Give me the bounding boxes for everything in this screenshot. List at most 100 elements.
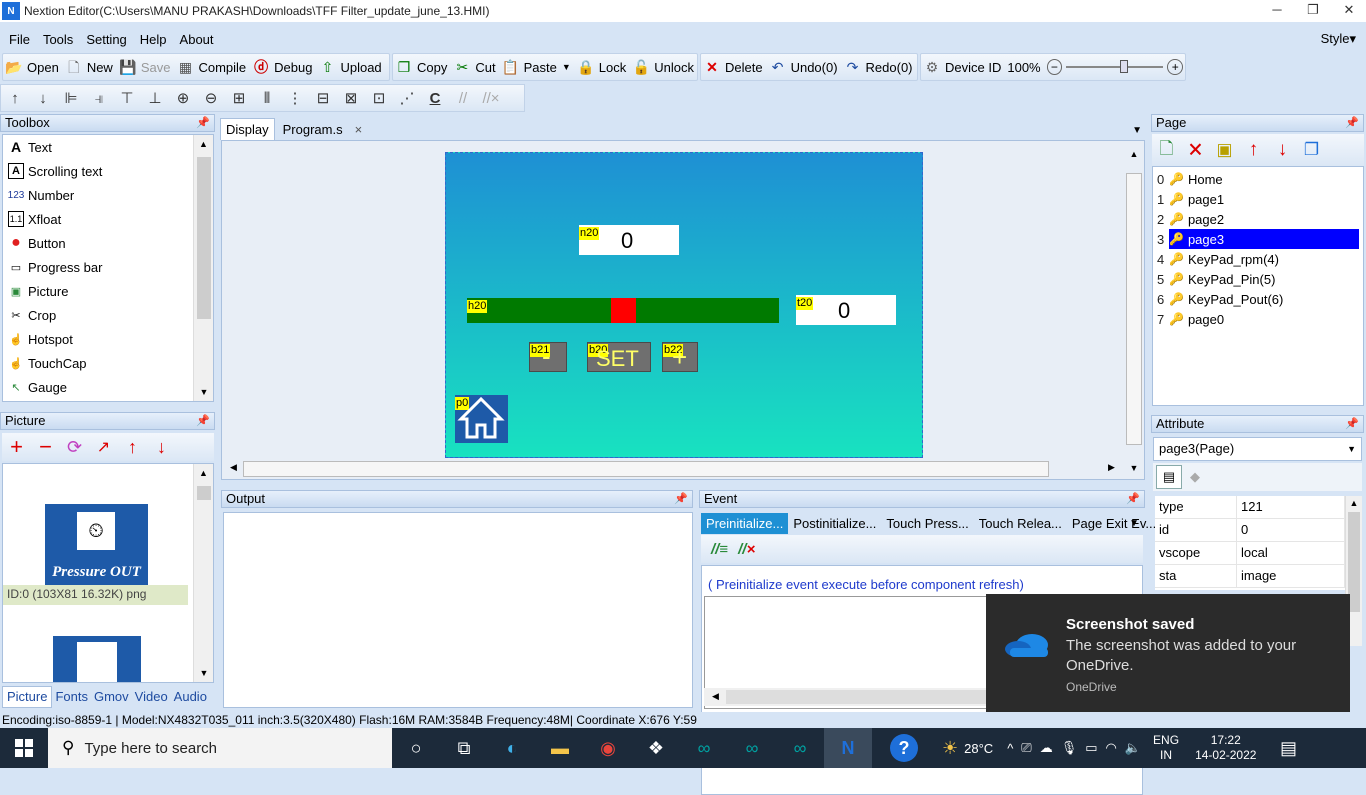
same-width-icon[interactable]: ⊟ — [309, 89, 337, 107]
menu-setting[interactable]: Setting — [86, 32, 126, 47]
weather-widget[interactable]: ☀ 28°C — [942, 738, 993, 759]
scroll-thumb[interactable] — [1126, 173, 1142, 445]
toolbox-text[interactable]: A Text — [3, 135, 213, 159]
arduino-icon[interactable]: ∞ — [680, 728, 728, 768]
same-size-icon[interactable]: ⊡ — [365, 89, 393, 107]
toolbox-progress-bar[interactable]: ▭ Progress bar — [3, 255, 213, 279]
attribute-row[interactable]: vscope local — [1155, 542, 1345, 565]
toolbox-touchcap[interactable]: ☝ TouchCap — [3, 351, 213, 375]
page-item-page2[interactable]: 2 🔑 page2 — [1153, 209, 1363, 229]
pin-icon[interactable]: 📌 — [1345, 115, 1359, 131]
sort-alpha-icon[interactable]: ◆ — [1182, 469, 1208, 485]
clock[interactable]: 17:22 14-02-2022 — [1195, 733, 1256, 763]
h20-slider[interactable]: h20 — [467, 298, 779, 323]
scroll-down-icon[interactable]: ▼ — [194, 387, 214, 397]
move-up-icon[interactable]: ↑ — [118, 437, 147, 458]
arduino-icon-2[interactable]: ∞ — [728, 728, 776, 768]
chrome-icon[interactable]: ◉ — [584, 728, 632, 768]
t20-text[interactable]: t20 0 — [796, 295, 896, 325]
zoom-out-icon[interactable]: − — [1046, 59, 1063, 75]
tab-audio[interactable]: Audio — [171, 686, 210, 708]
menu-help[interactable]: Help — [140, 32, 167, 47]
output-panel[interactable] — [223, 512, 693, 708]
spacing-icon[interactable]: ⋰ — [393, 89, 421, 107]
scroll-down-icon[interactable]: ▼ — [194, 668, 213, 678]
pin-icon[interactable]: 📌 — [1345, 416, 1359, 432]
sort-category-icon[interactable]: ▤ — [1156, 465, 1182, 489]
scroll-thumb[interactable] — [197, 157, 211, 319]
close-tab-icon[interactable]: × — [351, 119, 367, 140]
scroll-thumb[interactable] — [197, 486, 211, 500]
tab-program[interactable]: Program.s — [275, 119, 351, 140]
pin-icon[interactable]: 📌 — [196, 115, 210, 131]
distribute-v-icon[interactable]: ⋮ — [281, 89, 309, 107]
same-height-icon[interactable]: ⊠ — [337, 89, 365, 107]
pin-icon[interactable]: 📌 — [674, 491, 688, 507]
scroll-up-icon[interactable]: ▲ — [1346, 498, 1362, 508]
file-explorer-icon[interactable]: ▬ — [536, 728, 584, 768]
pin-icon[interactable]: 📌 — [196, 413, 210, 429]
redo-button[interactable]: ↷ Redo(0) — [844, 58, 913, 76]
page-item-home[interactable]: 0 🔑 Home — [1153, 169, 1363, 189]
tab-video[interactable]: Video — [132, 686, 171, 708]
nextion-icon[interactable]: N — [824, 728, 872, 768]
toolbox-xfloat[interactable]: 1.1 Xfloat — [3, 207, 213, 231]
tab-touch-release[interactable]: Touch Relea... — [974, 516, 1067, 531]
scroll-down-icon[interactable]: ▼ — [1124, 463, 1144, 473]
delete-page-icon[interactable]: 🗙 — [1181, 136, 1210, 165]
tab-gmov[interactable]: Gmov — [91, 686, 132, 708]
picture-scrollbar[interactable]: ▲ ▼ — [193, 464, 213, 682]
zoom-in-icon[interactable]: + — [1167, 59, 1184, 75]
align-bottom-icon[interactable]: ⊥ — [141, 89, 169, 107]
volume-icon[interactable]: 🔈 — [1125, 740, 1141, 756]
toast-notification[interactable]: Screenshot saved The screenshot was adde… — [986, 594, 1350, 716]
move-page-down-icon[interactable]: ↓ — [1268, 139, 1297, 161]
minimize-button[interactable]: ─ — [1260, 0, 1294, 22]
dropbox-icon[interactable]: ❖ — [632, 728, 680, 768]
tab-postinitialize[interactable]: Postinitialize... — [788, 516, 881, 531]
align-top-icon[interactable]: ⊤ — [113, 89, 141, 107]
arduino-icon-3[interactable]: ∞ — [776, 728, 824, 768]
comment-icon[interactable]: //≡ — [711, 541, 728, 558]
help-icon[interactable]: ? — [880, 728, 928, 768]
replace-icon[interactable]: ⟳ — [60, 437, 89, 458]
toolbox-gauge[interactable]: ↖ Gauge — [3, 375, 213, 399]
scroll-up-icon[interactable]: ▲ — [194, 468, 213, 478]
scroll-thumb[interactable] — [243, 461, 1049, 477]
insert-page-icon[interactable]: ▣ — [1210, 140, 1239, 160]
toolbox-button[interactable]: ● Button — [3, 231, 213, 255]
lock-button[interactable]: 🔒 Lock — [577, 58, 626, 76]
attribute-row[interactable]: sta image — [1155, 565, 1345, 588]
paste-button[interactable]: 📋 Paste ▼ — [502, 58, 571, 76]
page-item-page0[interactable]: 7 🔑 page0 — [1153, 309, 1363, 329]
page-item-page1[interactable]: 1 🔑 page1 — [1153, 189, 1363, 209]
cloud-icon[interactable]: ☁ — [1040, 740, 1053, 756]
tabs-dropdown-icon[interactable]: ▼ — [1132, 125, 1142, 136]
remove-icon[interactable]: − — [31, 434, 60, 460]
copy-page-icon[interactable]: ❐ — [1297, 140, 1326, 160]
design-vscroll[interactable]: ▲ ▼ — [1124, 141, 1144, 473]
move-up-icon[interactable]: ↑ — [1, 90, 29, 107]
copy-button[interactable]: ❐ Copy — [395, 58, 448, 76]
toolbox-crop[interactable]: ✂ Crop — [3, 303, 213, 327]
align-right-icon[interactable]: ⫣ — [85, 90, 113, 107]
move-down-icon[interactable]: ↓ — [147, 437, 176, 458]
compile-button[interactable]: ▦ Compile — [176, 58, 246, 76]
start-button[interactable] — [0, 728, 48, 768]
page-item-keypad-pout[interactable]: 6 🔑 KeyPad_Pout(6) — [1153, 289, 1363, 309]
add-page-icon[interactable]: 🗋 — [1152, 136, 1181, 165]
zoom-slider-thumb[interactable] — [1120, 60, 1129, 73]
menu-tools[interactable]: Tools — [43, 32, 73, 47]
scroll-right-icon[interactable]: ▶ — [1108, 462, 1115, 473]
language-indicator[interactable]: ENG IN — [1153, 733, 1179, 763]
delete-button[interactable]: ✕ Delete — [703, 58, 762, 76]
page-item-keypad-pin[interactable]: 5 🔑 KeyPad_Pin(5) — [1153, 269, 1363, 289]
page-item-page3[interactable]: 3 🔑 page3 — [1153, 229, 1363, 249]
toolbox-scrollbar[interactable]: ▲ ▼ — [193, 135, 213, 401]
center-icon[interactable]: ⊞ — [225, 89, 253, 107]
comment-icon[interactable]: // — [449, 90, 477, 107]
export-icon[interactable]: ↗ — [89, 437, 118, 457]
upload-button[interactable]: ⇧ Upload — [318, 58, 382, 76]
tab-display[interactable]: Display — [220, 118, 275, 140]
move-down-icon[interactable]: ↓ — [29, 90, 57, 107]
